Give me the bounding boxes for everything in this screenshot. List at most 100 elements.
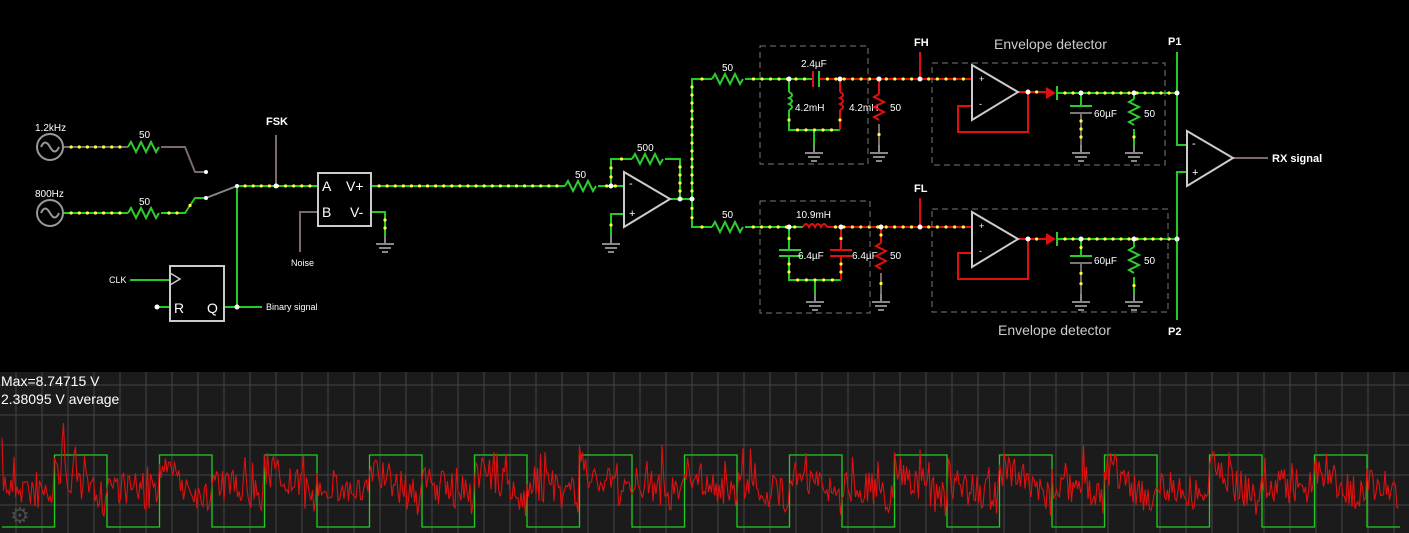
capacitor-env-top[interactable] [1070, 105, 1092, 114]
diode-top[interactable] [1046, 86, 1058, 100]
opamp-input-minus: - [629, 178, 633, 190]
capacitor-top[interactable] [812, 71, 820, 87]
junction-node [878, 224, 884, 230]
junction-node [838, 224, 844, 230]
current-dot [284, 184, 288, 188]
current-dot [609, 166, 613, 170]
current-dot [1095, 237, 1099, 241]
switch-pivot[interactable] [235, 184, 239, 188]
rfb-label: 500 [637, 143, 654, 154]
wire [1176, 52, 1187, 146]
r2-label: 50 [139, 197, 151, 208]
current-dot [1143, 91, 1147, 95]
current-dot [1079, 135, 1083, 139]
capacitor-bottom-2[interactable] [830, 249, 852, 257]
junction-node [786, 224, 792, 230]
components[interactable]: 1.2kHz 800Hz 50 50 FSK R Q CLK Binary si… [35, 36, 1322, 338]
resistor-r2[interactable] [127, 205, 160, 221]
rin-label: 50 [575, 170, 587, 181]
cenv-bot-label: 60µF [1094, 256, 1117, 267]
current-dot [1087, 91, 1091, 95]
current-dot [383, 218, 387, 222]
scope-plot[interactable] [0, 372, 1409, 533]
current-dot [458, 184, 462, 188]
current-dot [93, 145, 98, 149]
current-dot [777, 77, 781, 81]
current-dot [1111, 91, 1115, 95]
current-dot [175, 211, 179, 215]
current-dot [787, 118, 791, 122]
p2-label: P2 [1168, 326, 1181, 338]
current-dot [531, 184, 535, 188]
current-dot [613, 184, 617, 188]
resistor-bottom-load[interactable] [873, 242, 889, 270]
rtop-label: 50 [722, 63, 734, 74]
current-dot [609, 175, 613, 179]
current-dot [678, 189, 682, 193]
circuit-canvas[interactable]: 1.2kHz 800Hz 50 50 FSK R Q CLK Binary si… [0, 0, 1409, 372]
capacitor-env-bottom[interactable] [1070, 255, 1092, 264]
inductor-top-1[interactable] [786, 91, 793, 111]
gear-icon[interactable]: ⚙ [10, 504, 30, 529]
cenv-top-label: 60µF [1094, 109, 1117, 120]
inductor-bottom[interactable] [802, 223, 828, 230]
ac-source-high[interactable] [36, 133, 64, 161]
binary-label: Binary signal [266, 302, 318, 312]
current-dot [768, 77, 773, 81]
junction-node [234, 304, 240, 310]
inductor-top-2[interactable] [837, 91, 844, 111]
fsk-label: FSK [266, 116, 288, 128]
current-dot [768, 225, 772, 229]
current-dot [267, 184, 271, 188]
current-dot [830, 278, 834, 282]
wire [665, 158, 681, 199]
oscilloscope[interactable]: Max=8.74715 V 2.38095 V average ⚙ [0, 372, 1409, 533]
envelope-detector-bottom [931, 208, 1169, 313]
noise-label: Noise [291, 258, 314, 268]
current-dot [243, 184, 247, 188]
current-dot [961, 77, 965, 81]
current-dot [751, 225, 755, 229]
resistor-bottom[interactable] [711, 219, 744, 235]
switch-post-bottom [204, 196, 208, 200]
current-dot [409, 184, 414, 188]
p1-label: P1 [1168, 36, 1181, 48]
junction-node [876, 76, 882, 82]
current-dot [700, 77, 704, 81]
current-dot [838, 118, 842, 122]
current-dot [879, 233, 883, 237]
junction-node [917, 76, 923, 82]
current-dot [383, 226, 387, 230]
resistor-top-load[interactable] [871, 93, 887, 121]
resistor-rfb[interactable] [631, 151, 664, 167]
resistor-rin[interactable] [564, 178, 597, 194]
current-dot [935, 77, 939, 81]
ff-q-label: Q [207, 300, 218, 316]
current-dot [833, 225, 838, 229]
current-dot [1079, 271, 1083, 275]
current-dot [690, 109, 694, 113]
current-dot [539, 184, 543, 188]
current-dot [690, 149, 694, 153]
ac-source-low[interactable] [36, 199, 64, 227]
current-dot [1119, 91, 1123, 95]
rx-label: RX signal [1272, 153, 1322, 165]
resistor-r1[interactable] [127, 139, 160, 155]
current-dot [619, 157, 624, 161]
resistor-top[interactable] [711, 71, 744, 87]
current-dot [102, 211, 106, 215]
diode-bottom[interactable] [1046, 232, 1058, 246]
opamp-top-minus: - [979, 99, 982, 109]
current-dot [188, 203, 192, 208]
resistor-env-top[interactable] [1126, 98, 1142, 126]
reset-terminal[interactable] [154, 304, 160, 310]
resistor-env-bottom[interactable] [1126, 246, 1142, 274]
src-high-label: 1.2kHz [35, 123, 66, 134]
current-dot [893, 225, 897, 229]
current-dot [935, 225, 939, 229]
current-dot [555, 184, 559, 188]
current-dot [1159, 237, 1163, 241]
current-dot [796, 278, 800, 282]
wire [161, 197, 206, 214]
current-dot [842, 77, 846, 81]
